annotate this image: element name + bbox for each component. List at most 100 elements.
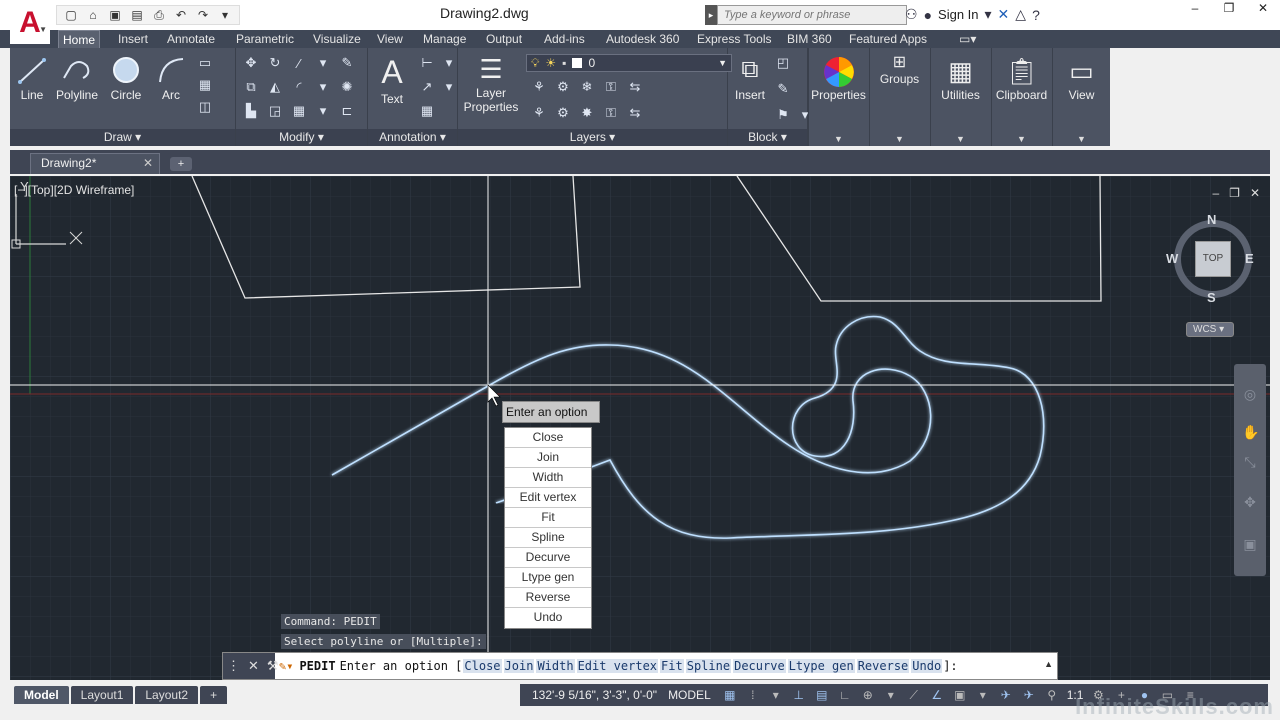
redo-icon[interactable]: ↷ <box>193 6 213 24</box>
ucs-menu-button[interactable]: WCS ▾ <box>1186 322 1234 337</box>
offset-icon[interactable]: ⊏ <box>338 102 356 120</box>
plot-icon[interactable]: ⎙ <box>149 6 169 24</box>
minimize-icon[interactable]: – <box>1178 0 1212 16</box>
option-fit[interactable]: Fit <box>505 508 591 528</box>
annotation-visibility-icon[interactable]: ✈ <box>998 687 1014 703</box>
layer-lock-icon[interactable]: ⚿ <box>602 78 620 96</box>
user-icon[interactable]: ● <box>924 7 932 23</box>
viewcube-top-face[interactable]: TOP <box>1195 241 1231 277</box>
option-undo[interactable]: Undo <box>505 608 591 628</box>
utilities-button[interactable]: ▦ Utilities ▼ <box>930 48 990 146</box>
option-decurve[interactable]: Decurve <box>505 548 591 568</box>
create-block-icon[interactable]: ◰ <box>774 54 792 72</box>
rotate-icon[interactable]: ↻ <box>266 54 284 72</box>
cmd-option-reverse[interactable]: Reverse <box>856 659 910 673</box>
tab-view[interactable]: View <box>373 30 407 48</box>
sign-in-link[interactable]: Sign In <box>938 7 978 22</box>
customize-qat-icon[interactable]: ▾ <box>215 6 235 24</box>
dropdown-icon[interactable]: ▾ <box>440 54 458 72</box>
infer-constraints-icon[interactable]: ⊥ <box>791 687 807 703</box>
tab-layout2[interactable]: Layout2 <box>135 686 199 704</box>
tab-layout1[interactable]: Layout1 <box>70 686 134 704</box>
tab-add-ins[interactable]: Add-ins <box>540 30 589 48</box>
close-icon[interactable]: ✕ <box>1246 0 1280 16</box>
array-icon[interactable]: ▦ <box>290 102 308 120</box>
grip-handle-icon[interactable]: ⋮ <box>227 658 240 674</box>
trim-icon[interactable]: ⁄ <box>290 54 308 72</box>
cmd-option-spline[interactable]: Spline <box>685 659 732 673</box>
line-tool-button[interactable]: Line <box>18 56 46 102</box>
copy-icon[interactable]: ⧉ <box>242 78 260 96</box>
edit-block-icon[interactable]: ✎ <box>774 80 792 98</box>
erase-icon[interactable]: ✎ <box>338 54 356 72</box>
option-join[interactable]: Join <box>505 448 591 468</box>
new-tab-button[interactable]: + <box>170 157 192 171</box>
new-file-icon[interactable]: ▢ <box>61 6 81 24</box>
steering-wheel-icon[interactable]: ◎ <box>1242 386 1258 402</box>
layers-panel-title[interactable]: Layers ▾ <box>458 129 727 146</box>
stretch-icon[interactable]: ▙ <box>242 102 260 120</box>
insert-block-button[interactable]: ⧉ Insert <box>732 56 768 102</box>
tab-bim-360[interactable]: BIM 360 <box>783 30 836 48</box>
layer-unisolate-icon[interactable]: ⚙ <box>554 104 572 122</box>
dropdown-icon[interactable]: ▾ <box>440 78 458 96</box>
save-as-icon[interactable]: ▤ <box>127 6 147 24</box>
gradient-icon[interactable]: ◫ <box>196 98 214 116</box>
option-ltype-gen[interactable]: Ltype gen <box>505 568 591 588</box>
tab-model[interactable]: Model <box>14 686 69 704</box>
object-snap-icon[interactable]: ▣ <box>952 687 968 703</box>
layer-previous-icon[interactable]: ⇆ <box>626 104 644 122</box>
command-line[interactable]: ⋮ ✕ ⚒ ✎▾ PEDIT Enter an option [ Close J… <box>222 652 1058 680</box>
zoom-extents-icon[interactable]: ⤡ <box>1242 454 1258 470</box>
compass-east[interactable]: E <box>1245 251 1254 266</box>
close-command-line-icon[interactable]: ✕ <box>248 658 259 674</box>
modify-panel-title[interactable]: Modify ▾ <box>236 129 367 146</box>
application-menu-button[interactable]: A ▼ <box>10 2 50 44</box>
model-space-button[interactable]: MODEL <box>664 688 715 702</box>
mirror-icon[interactable]: ◭ <box>266 78 284 96</box>
cmd-option-fit[interactable]: Fit <box>660 659 684 673</box>
tab-manage[interactable]: Manage <box>419 30 470 48</box>
command-history-expand-icon[interactable]: ▲ <box>1044 659 1053 669</box>
pan-hand-icon[interactable]: ✋ <box>1242 424 1259 440</box>
snap-mode-icon[interactable]: ⁞ <box>745 687 761 703</box>
annotation-panel-title[interactable]: Annotation ▾ <box>368 129 457 146</box>
layer-freeze-icon[interactable]: ❄ <box>578 78 596 96</box>
tab-express-tools[interactable]: Express Tools <box>693 30 775 48</box>
attribute-icon[interactable]: ⚑ <box>774 106 792 124</box>
arc-tool-button[interactable]: Arc <box>156 56 186 102</box>
rectangle-icon[interactable]: ▭ <box>196 54 214 72</box>
search-expand-icon[interactable]: ▸ <box>705 5 717 25</box>
orbit-icon[interactable]: ✥ <box>1242 494 1258 510</box>
tab-output[interactable]: Output <box>482 30 526 48</box>
option-width[interactable]: Width <box>505 468 591 488</box>
block-panel-title[interactable]: Block ▾ <box>728 129 807 146</box>
circle-tool-button[interactable]: Circle <box>108 56 144 102</box>
option-spline[interactable]: Spline <box>505 528 591 548</box>
tab-annotate[interactable]: Annotate <box>163 30 219 48</box>
viewport-minimize-icon[interactable]: – <box>1212 186 1219 200</box>
cmd-option-close[interactable]: Close <box>463 659 502 673</box>
dropdown-icon[interactable]: ▾ <box>314 78 332 96</box>
layer-match-icon[interactable]: ⇆ <box>626 78 644 96</box>
polyline-tool-button[interactable]: Polyline <box>54 56 100 102</box>
layer-properties-button[interactable]: ☰ Layer Properties <box>462 56 520 114</box>
layer-thaw-icon[interactable]: ✸ <box>578 104 596 122</box>
customize-wrench-icon[interactable]: ⚒ <box>267 658 279 674</box>
cmd-option-undo[interactable]: Undo <box>911 659 943 673</box>
dropdown-icon[interactable]: ▾ <box>768 687 784 703</box>
leader-icon[interactable]: ↗ <box>418 78 436 96</box>
groups-button[interactable]: ⊞ Groups ▼ <box>869 48 929 146</box>
object-snap-tracking-icon[interactable]: ∠ <box>929 687 945 703</box>
view-button[interactable]: ▭ View ▼ <box>1052 48 1110 146</box>
chevron-down-icon[interactable]: ▾ <box>985 6 992 23</box>
auto-scale-icon[interactable]: ✈ <box>1021 687 1037 703</box>
file-tab-drawing2[interactable]: Drawing2* ✕ <box>30 153 160 174</box>
help-icon[interactable]: ? <box>1032 7 1040 23</box>
tab-insert[interactable]: Insert <box>114 30 152 48</box>
layer-off-icon[interactable]: ⚘ <box>530 78 548 96</box>
tab-featured-apps[interactable]: Featured Apps <box>845 30 931 48</box>
open-file-icon[interactable]: ⌂ <box>83 6 103 24</box>
search-input[interactable] <box>717 5 907 25</box>
isometric-drafting-icon[interactable]: ⟋ <box>906 687 922 703</box>
